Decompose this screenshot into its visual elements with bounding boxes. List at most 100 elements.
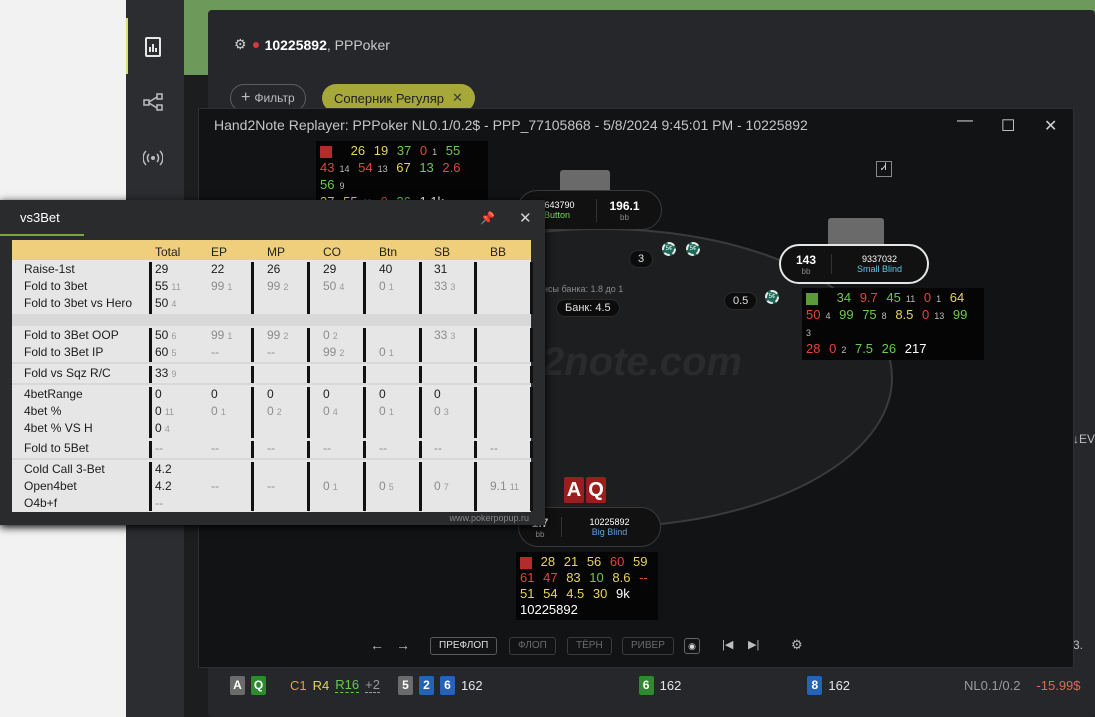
stat-cell[interactable]: 0 bbox=[211, 387, 218, 401]
stat-value: -- bbox=[434, 441, 442, 455]
maximize-button[interactable]: ☐ bbox=[1001, 116, 1015, 136]
stat-label: Fold to 3bet bbox=[24, 279, 88, 293]
stat-cell[interactable]: 99 2 bbox=[323, 345, 344, 359]
skip-back-icon[interactable]: |◀ bbox=[722, 638, 733, 651]
stat-cell[interactable]: 29 bbox=[155, 262, 168, 276]
mini-card: 6 bbox=[439, 675, 455, 695]
stat-cell[interactable]: 02 bbox=[323, 328, 338, 342]
stat-cell[interactable]: 04 bbox=[323, 404, 338, 418]
close-icon[interactable]: ✕ bbox=[452, 90, 463, 106]
next-hand-icon[interactable]: → bbox=[396, 637, 410, 653]
stat-cell[interactable]: 55 11 bbox=[155, 279, 181, 293]
stat-cell[interactable]: 31 bbox=[434, 262, 447, 276]
stat-cell[interactable]: 50 6 bbox=[155, 328, 176, 342]
filter-label: Фильтр bbox=[254, 91, 295, 105]
tree-icon[interactable] bbox=[140, 89, 166, 115]
stat-cell[interactable]: 50 4 bbox=[155, 296, 176, 310]
mini-card: 6 bbox=[638, 675, 654, 695]
flop-button[interactable]: ФЛОП bbox=[509, 637, 556, 655]
stat-sample: 3 bbox=[443, 407, 449, 417]
stat-value: 31 bbox=[434, 262, 448, 276]
stat-cell[interactable]: 0 bbox=[155, 387, 162, 401]
show-cards-icon[interactable]: ◉ bbox=[684, 638, 700, 654]
stat-cell[interactable]: 99 1 bbox=[211, 328, 232, 342]
popup-header: vs3Bet 📌 ✕ bbox=[0, 200, 545, 238]
stat-cell[interactable]: 01 bbox=[379, 345, 394, 359]
stat-cell[interactable]: 99 1 bbox=[211, 279, 232, 293]
stat-cell[interactable]: 0 bbox=[267, 387, 274, 401]
turn-button[interactable]: ТЁРН bbox=[567, 637, 612, 655]
stat-cell[interactable]: 03 bbox=[434, 404, 449, 418]
stat-cell[interactable]: 60 5 bbox=[155, 345, 176, 359]
river-button[interactable]: РИВЕР bbox=[622, 637, 674, 655]
stat-value: -- bbox=[323, 441, 331, 455]
stat-cell[interactable]: 40 bbox=[379, 262, 392, 276]
stat-cell[interactable]: -- bbox=[323, 441, 331, 455]
stat-cell[interactable]: -- bbox=[379, 441, 387, 455]
stat-cell[interactable]: -- bbox=[434, 441, 442, 455]
stat-cell[interactable]: 02 bbox=[267, 404, 282, 418]
stat-value: 33 bbox=[434, 328, 448, 342]
stat-cell[interactable]: 33 3 bbox=[434, 328, 455, 342]
stat-value: 0 bbox=[379, 345, 386, 359]
hand-row[interactable]: A Q C1 R4 R16 +2 5 2 6 162 6 162 8 162 N… bbox=[230, 672, 1081, 698]
stat-cell[interactable]: -- bbox=[211, 479, 219, 493]
stat-cell[interactable]: 50 4 bbox=[323, 279, 344, 293]
broadcast-icon[interactable] bbox=[140, 145, 166, 171]
limit-label: NL0.1/0.2 bbox=[964, 677, 1021, 693]
minimize-button[interactable]: — bbox=[957, 112, 973, 130]
popup-tab[interactable]: vs3Bet bbox=[0, 200, 84, 236]
stat-sample: 4 bbox=[332, 407, 338, 417]
hud-stat: 54 bbox=[358, 160, 373, 175]
stat-cell[interactable]: 05 bbox=[379, 479, 394, 493]
stat-cell[interactable]: 01 bbox=[379, 279, 394, 293]
stat-cell[interactable]: 0 bbox=[323, 387, 330, 401]
stat-cell[interactable]: -- bbox=[490, 441, 498, 455]
stat-cell[interactable]: -- bbox=[155, 496, 163, 510]
seat-stack: 143 bbox=[795, 252, 817, 267]
popup-close-icon[interactable]: ✕ bbox=[519, 209, 532, 227]
status-dot bbox=[252, 41, 259, 48]
stat-cell[interactable]: 33 3 bbox=[434, 279, 455, 293]
hud-sb-player[interactable]: 34 9.7 45 11 01 64 50 4 99 75 8 8.5 0 13 993… bbox=[802, 288, 984, 360]
small-blind-seat[interactable]: 143 bb 9337032 Small Blind bbox=[779, 244, 929, 284]
stat-cell[interactable]: 33 9 bbox=[155, 366, 176, 380]
stat-sample: 2 bbox=[283, 331, 289, 341]
stat-cell[interactable]: 99 2 bbox=[267, 328, 288, 342]
stat-cell[interactable]: 0 11 bbox=[155, 404, 174, 418]
stat-cell[interactable]: 4.2 bbox=[155, 479, 172, 493]
hud-bb-player[interactable]: 28 21 56 60 59 61 47 83 10 8.6 -- 51 54 … bbox=[516, 552, 658, 620]
stat-cell[interactable]: -- bbox=[155, 441, 163, 455]
user-settings-icon[interactable]: ⚙ bbox=[234, 36, 247, 53]
stat-cell[interactable]: 01 bbox=[323, 479, 338, 493]
stat-cell[interactable]: 0 bbox=[379, 387, 386, 401]
stat-cell[interactable]: 22 bbox=[211, 262, 224, 276]
stat-cell[interactable]: 04 bbox=[155, 421, 170, 435]
stat-cell[interactable]: 9.1 11 bbox=[490, 479, 519, 493]
stat-cell[interactable]: 99 2 bbox=[267, 279, 288, 293]
stat-cell[interactable]: -- bbox=[267, 479, 275, 493]
stat-cell[interactable]: -- bbox=[267, 441, 275, 455]
stat-sample: 1 bbox=[388, 282, 394, 292]
skip-forward-icon[interactable]: ▶| bbox=[748, 638, 759, 651]
stat-cell[interactable]: 07 bbox=[434, 479, 449, 493]
stat-cell[interactable]: 26 bbox=[267, 262, 280, 276]
report-icon[interactable] bbox=[140, 34, 166, 60]
stat-cell[interactable]: 4.2 bbox=[155, 462, 172, 476]
column-separator bbox=[363, 328, 366, 362]
pin-icon[interactable]: 📌 bbox=[480, 211, 495, 225]
hud-stat: 56 bbox=[320, 177, 335, 192]
stat-cell[interactable]: -- bbox=[211, 345, 219, 359]
ev-sort-header[interactable]: ↓EV bbox=[1073, 432, 1095, 446]
vs3bet-popup[interactable]: vs3Bet 📌 ✕ Total EP MP CO Btn SB BB Raise-1st 2… bbox=[0, 200, 545, 525]
preflop-button[interactable]: ПРЕФЛОП bbox=[430, 637, 498, 655]
stat-cell[interactable]: -- bbox=[211, 441, 219, 455]
settings-gear-icon[interactable]: ⚙ bbox=[791, 637, 803, 653]
stat-cell[interactable]: 01 bbox=[379, 404, 394, 418]
prev-hand-icon[interactable]: ← bbox=[370, 637, 384, 653]
stat-cell[interactable]: 0 bbox=[434, 387, 441, 401]
stat-cell[interactable]: -- bbox=[267, 345, 275, 359]
close-button[interactable]: ✕ bbox=[1044, 116, 1057, 136]
stat-cell[interactable]: 01 bbox=[211, 404, 226, 418]
stat-cell[interactable]: 29 bbox=[323, 262, 336, 276]
